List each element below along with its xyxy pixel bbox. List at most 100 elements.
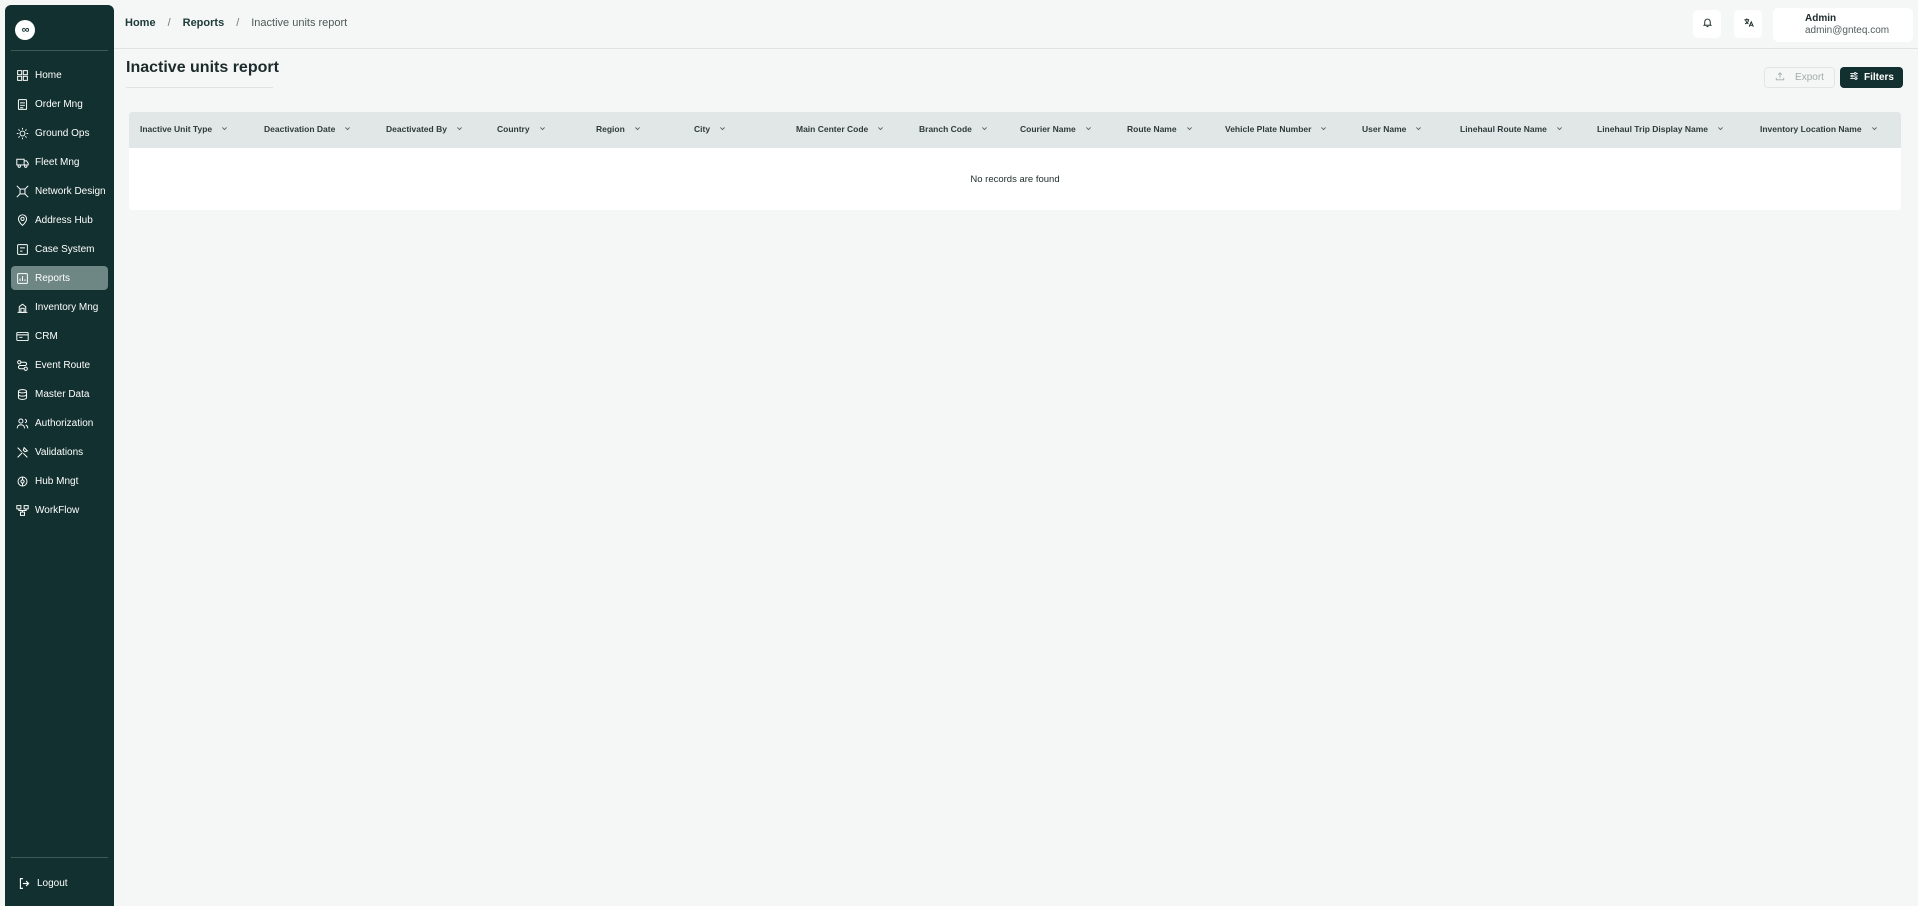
tools-icon	[15, 445, 29, 459]
column-header[interactable]: Branch Code	[919, 124, 988, 134]
chevron-down-icon	[625, 124, 641, 134]
breadcrumb-separator: /	[236, 17, 240, 29]
sidebar-item-label: Case System	[35, 243, 95, 255]
sidebar-item-inventory-mng[interactable]: Inventory Mng	[11, 295, 108, 319]
notifications-button[interactable]	[1693, 10, 1721, 38]
chevron-down-icon	[1862, 124, 1878, 134]
table-header: Inactive Unit Type Deactivation Date Deact…	[129, 112, 1901, 148]
sidebar-item-label: Inventory Mng	[35, 301, 99, 313]
sidebar-item-label: CRM	[35, 330, 58, 342]
workflow-icon	[15, 503, 29, 517]
export-label: Export	[1795, 72, 1824, 83]
top-header: Home / Reports / Inactive units report A…	[114, 0, 1918, 49]
sidebar-item-order-mng[interactable]: Order Mng	[11, 92, 108, 116]
title-underline	[126, 87, 273, 88]
filters-button[interactable]: Filters	[1840, 67, 1903, 88]
sidebar-item-label: Validations	[35, 446, 84, 458]
users-icon	[15, 416, 29, 430]
logout-label: Logout	[37, 877, 68, 889]
sidebar-item-label: Address Hub	[35, 214, 93, 226]
column-header[interactable]: Inventory Location Name	[1760, 124, 1878, 134]
chevron-down-icon	[1076, 124, 1092, 134]
column-header[interactable]: Linehaul Trip Display Name	[1597, 124, 1724, 134]
column-header[interactable]: Courier Name	[1020, 124, 1092, 134]
logo[interactable]: ∞	[15, 20, 35, 40]
chevron-down-icon	[447, 124, 463, 134]
column-header[interactable]: Inactive Unit Type	[140, 124, 228, 134]
sidebar-item-event-route[interactable]: Event Route	[11, 353, 108, 377]
sidebar-item-label: Reports	[35, 272, 71, 284]
chevron-down-icon	[1547, 124, 1563, 134]
breadcrumb-current: Inactive units report	[251, 17, 348, 29]
sidebar-item-ground-ops[interactable]: Ground Ops	[11, 121, 108, 145]
column-header-label: Vehicle Plate Number	[1225, 124, 1312, 134]
column-header[interactable]: Vehicle Plate Number	[1225, 124, 1327, 134]
inventory-icon	[15, 300, 29, 314]
column-header-label: Inventory Location Name	[1760, 124, 1862, 134]
column-header-label: Deactivation Date	[264, 124, 336, 134]
logo-mark: ∞	[21, 24, 30, 36]
column-header[interactable]: Deactivation Date	[264, 124, 351, 134]
column-header-label: User Name	[1362, 124, 1407, 134]
sidebar-item-label: Master Data	[35, 388, 90, 400]
order-icon	[15, 97, 29, 111]
chevron-down-icon	[530, 124, 546, 134]
ground-ops-icon	[15, 126, 29, 140]
sidebar: ∞ Home Order Mng Ground Ops Fleet Mng Networ…	[5, 5, 114, 906]
filters-label: Filters	[1863, 72, 1894, 83]
address-pin-icon	[15, 213, 29, 227]
chevron-down-icon	[1406, 124, 1422, 134]
sidebar-item-hub-mngt[interactable]: Hub Mngt	[11, 469, 108, 493]
breadcrumb-separator: /	[167, 17, 171, 29]
sliders-icon	[1849, 71, 1864, 84]
column-header-label: Deactivated By	[386, 124, 447, 134]
column-header[interactable]: City	[694, 124, 726, 134]
sidebar-item-label: Authorization	[35, 417, 94, 429]
home-grid-icon	[15, 68, 29, 82]
column-header[interactable]: Main Center Code	[796, 124, 884, 134]
page-title: Inactive units report	[126, 59, 279, 76]
sidebar-item-authorization[interactable]: Authorization	[11, 411, 108, 435]
sidebar-item-case-system[interactable]: Case System	[11, 237, 108, 261]
language-button[interactable]	[1734, 10, 1762, 38]
logout-button[interactable]: Logout	[17, 876, 68, 890]
chevron-down-icon	[710, 124, 726, 134]
sidebar-item-network-design[interactable]: Network Design	[11, 179, 108, 203]
sidebar-item-crm[interactable]: CRM	[11, 324, 108, 348]
column-header[interactable]: Country	[497, 124, 546, 134]
report-table: Inactive Unit Type Deactivation Date Deact…	[129, 112, 1901, 210]
sidebar-item-reports[interactable]: Reports	[11, 266, 108, 290]
sidebar-item-address-hub[interactable]: Address Hub	[11, 208, 108, 232]
translate-icon	[1743, 15, 1754, 33]
column-header[interactable]: Deactivated By	[386, 124, 463, 134]
breadcrumb-reports[interactable]: Reports	[183, 17, 225, 29]
sidebar-item-label: Order Mng	[35, 98, 83, 110]
breadcrumb: Home / Reports / Inactive units report	[125, 17, 347, 29]
column-header[interactable]: User Name	[1362, 124, 1422, 134]
user-menu[interactable]: Admin admin@gnteq.com	[1773, 8, 1913, 42]
sidebar-item-label: Network Design	[35, 185, 106, 197]
column-header[interactable]: Region	[596, 124, 641, 134]
sidebar-item-label: Event Route	[35, 359, 91, 371]
chevron-down-icon	[1177, 124, 1193, 134]
sidebar-divider	[11, 857, 108, 858]
sidebar-item-label: Fleet Mng	[35, 156, 80, 168]
column-header[interactable]: Linehaul Route Name	[1460, 124, 1563, 134]
chevron-down-icon	[212, 124, 228, 134]
sidebar-item-workflow[interactable]: WorkFlow	[11, 498, 108, 522]
sidebar-item-validations[interactable]: Validations	[11, 440, 108, 464]
column-header-label: Courier Name	[1020, 124, 1076, 134]
upload-icon	[1775, 71, 1795, 84]
chevron-down-icon	[972, 124, 988, 134]
column-header[interactable]: Route Name	[1127, 124, 1193, 134]
sidebar-item-master-data[interactable]: Master Data	[11, 382, 108, 406]
breadcrumb-home[interactable]: Home	[125, 17, 156, 29]
column-header-label: Linehaul Trip Display Name	[1597, 124, 1709, 134]
database-icon	[15, 387, 29, 401]
chevron-down-icon	[1708, 124, 1724, 134]
sidebar-item-home[interactable]: Home	[11, 63, 108, 87]
report-icon	[15, 271, 29, 285]
export-button[interactable]: Export	[1764, 67, 1835, 88]
logout-icon	[17, 876, 31, 890]
sidebar-item-fleet-mng[interactable]: Fleet Mng	[11, 150, 108, 174]
